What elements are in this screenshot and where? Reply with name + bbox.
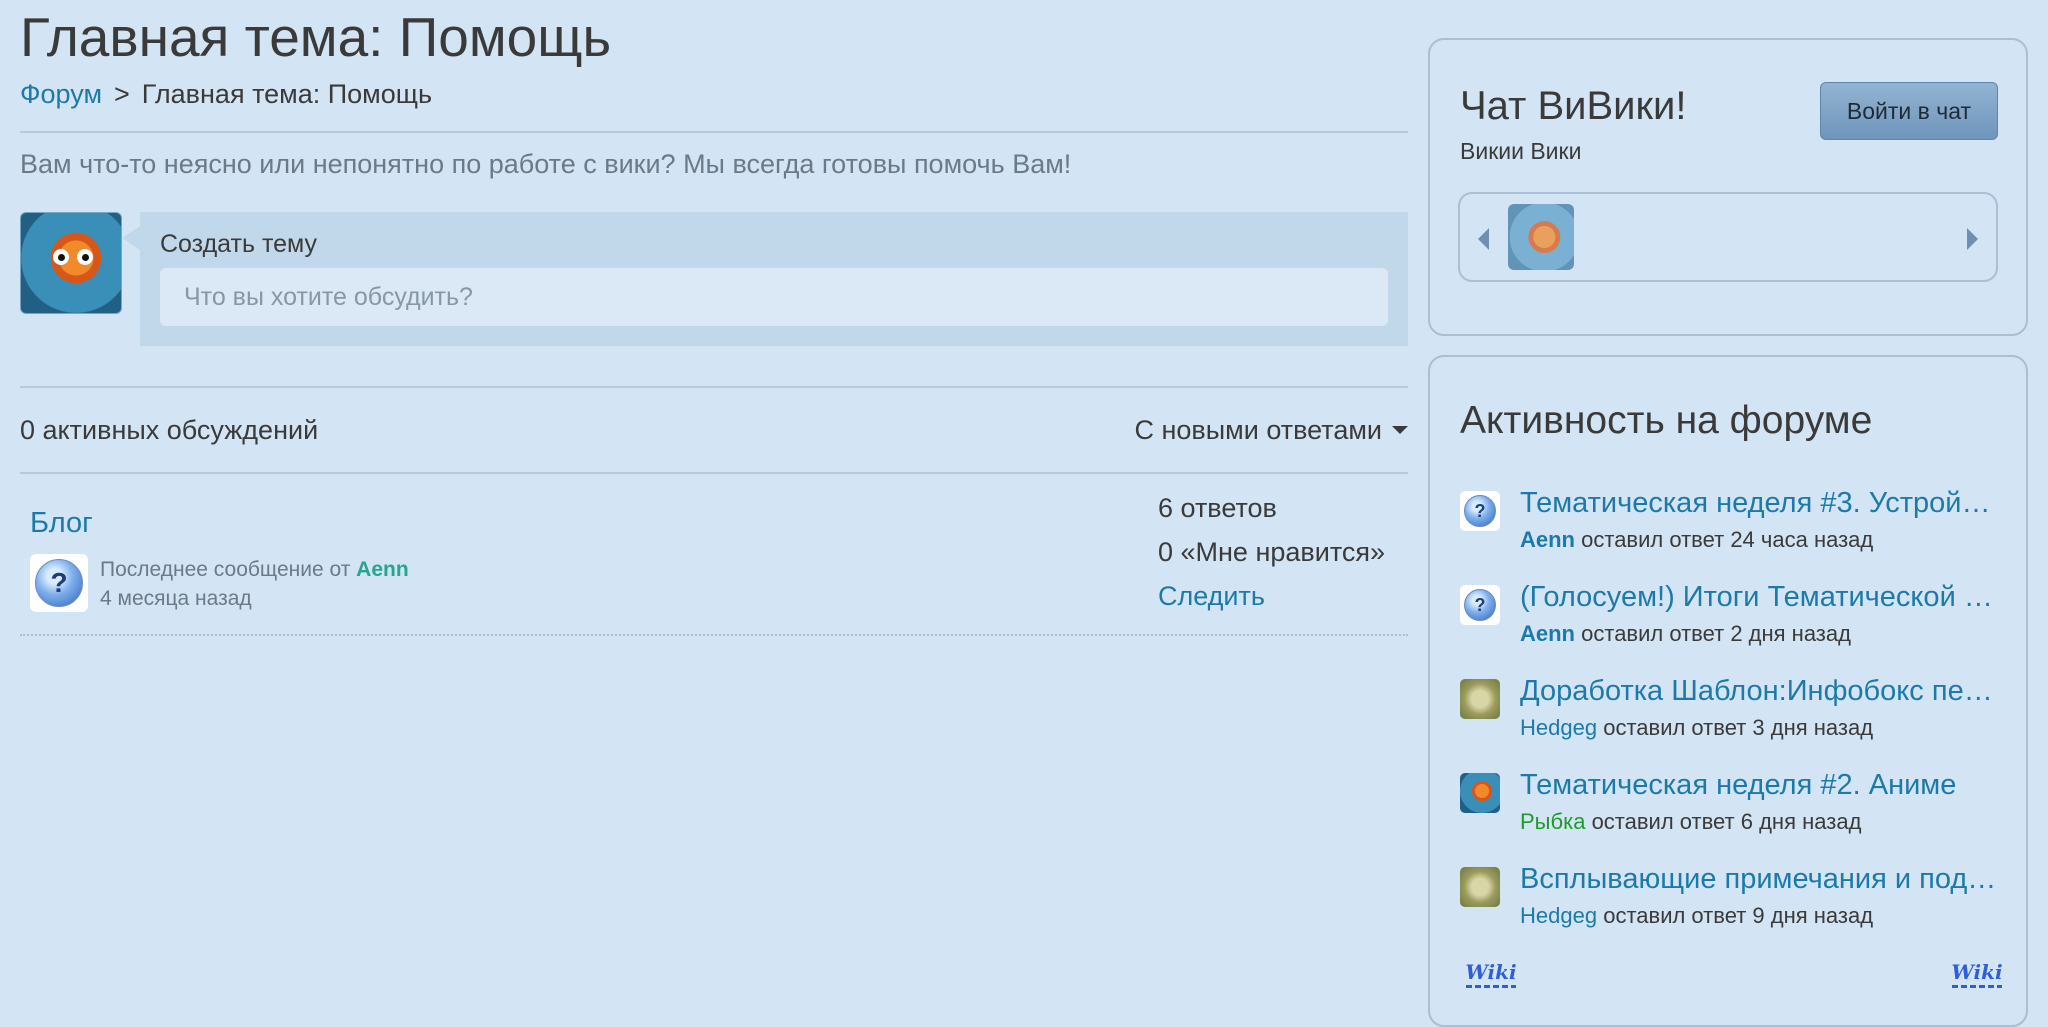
wiki-badge-icon: Wiki [1460,961,1522,991]
activity-item: ? (Голосуем!) Итоги Тематической недели … [1460,581,2000,675]
active-discussions-count: 0 активных обсуждений [20,414,319,445]
forum-activity-module: Активность на форуме ? Тематическая неде… [1428,355,2028,1027]
thread-title-link[interactable]: Блог [30,507,93,540]
chat-user-avatar[interactable] [1508,204,1574,270]
activity-item-user[interactable]: Aenn [1520,621,1575,646]
activity-item-meta: Aenn оставил ответ 2 дня назад [1520,621,1851,647]
activity-item-action: оставил ответ 3 дня назад [1603,715,1874,740]
breadcrumb-forum-link[interactable]: Форум [20,77,102,111]
activity-item-title[interactable]: (Голосуем!) Итоги Тематической недели [1520,581,2000,614]
hedgeg-avatar[interactable] [1460,867,1500,907]
activity-item: Тематическая неделя #2. Аниме Рыбка оста… [1460,769,2000,863]
breadcrumb-separator: > [114,79,130,109]
activity-item-user[interactable]: Рыбка [1520,809,1585,834]
main-column: Главная тема: Помощь Форум > Главная тем… [20,0,1408,636]
question-mark-icon: ? [35,559,83,607]
current-user-avatar [20,212,122,314]
last-post-author-link[interactable]: Aenn [356,558,409,581]
avatar-eye-left [53,249,69,265]
avatar-eye-right [77,249,93,265]
activity-title: Активность на форуме [1460,399,1873,442]
chat-title: Чат ВиВики! [1460,84,1687,128]
chat-wiki-name: Викии Вики [1460,138,1582,164]
fish-avatar[interactable] [1460,773,1500,813]
create-topic-block: Создать тему [20,212,1408,346]
activity-item: ? Тематическая неделя #3. Устройство вик… [1460,487,2000,581]
carousel-prev-icon[interactable] [1478,228,1489,250]
page-title: Главная тема: Помощь [20,6,612,68]
activity-item-title[interactable]: Доработка Шаблон:Инфобокс персонажа [1520,675,2000,708]
activity-item-meta: Hedgeg оставил ответ 3 дня назад [1520,715,1873,741]
activity-item-meta: Рыбка оставил ответ 6 дня назад [1520,809,1861,835]
sort-dropdown[interactable]: С новыми ответами [1134,414,1408,446]
hedgeg-avatar[interactable] [1460,679,1500,719]
question-mark-icon: ? [1464,495,1496,527]
carousel-next-icon[interactable] [1967,228,1978,250]
question-avatar-icon[interactable]: ? [30,554,88,612]
reply-count: 6 ответов [1158,493,1277,523]
activity-item-title[interactable]: Всплывающие примечания и подсказки [1520,863,2000,896]
question-avatar-icon[interactable]: ? [1460,491,1500,531]
last-post-time: 4 месяца назад [100,587,252,610]
question-mark-icon: ? [1464,589,1496,621]
chat-users-carousel [1458,192,1998,282]
breadcrumb: Форум > Главная тема: Помощь [20,77,1408,111]
chevron-down-icon [1392,426,1408,434]
activity-item-action: оставил ответ 2 дня назад [1581,621,1851,646]
activity-item: Всплывающие примечания и подсказки Hedge… [1460,863,2000,957]
activity-list: ? Тематическая неделя #3. Устройство вик… [1460,487,2000,957]
activity-item-action: оставил ответ 6 дня назад [1591,809,1862,834]
activity-item-meta: Hedgeg оставил ответ 9 дня назад [1520,903,1873,929]
question-avatar-icon[interactable]: ? [1460,585,1500,625]
thread-row: Блог ? Последнее сообщение от Aenn 4 мес… [20,474,1408,636]
activity-item: Доработка Шаблон:Инфобокс персонажа Hedg… [1460,675,2000,769]
join-chat-button[interactable]: Войти в чат [1820,82,1998,140]
create-topic-label: Создать тему [160,230,317,258]
wiki-badge-icon: Wiki [1946,961,2008,991]
last-post-prefix: Последнее сообщение от [100,558,351,581]
activity-item-action: оставил ответ 24 часа назад [1581,527,1874,552]
divider [20,131,1408,133]
activity-item-action: оставил ответ 9 дня назад [1603,903,1874,928]
activity-item-user[interactable]: Hedgeg [1520,903,1597,928]
sort-dropdown-label: С новыми ответами [1134,414,1383,445]
last-post-info: Последнее сообщение от Aenn [100,558,409,582]
thread-list-header: 0 активных обсуждений С новыми ответами [20,388,1408,472]
create-topic-panel: Создать тему [122,212,1408,346]
chat-module: Чат ВиВики! Викии Вики Войти в чат [1428,38,2028,336]
breadcrumb-current: Главная тема: Помощь [141,79,433,109]
thread-stats: 6 ответов 0 «Мне нравится» Следить [1158,486,1385,618]
activity-item-meta: Aenn оставил ответ 24 часа назад [1520,527,1873,553]
activity-item-title[interactable]: Тематическая неделя #2. Аниме [1520,769,2000,802]
activity-item-user[interactable]: Hedgeg [1520,715,1597,740]
create-topic-input[interactable] [160,268,1388,326]
board-description: Вам что-то неясно или непонятно по работ… [20,149,1072,179]
like-count: 0 «Мне нравится» [1158,537,1386,567]
follow-link[interactable]: Следить [1158,574,1385,618]
activity-item-title[interactable]: Тематическая неделя #3. Устройство вики [1520,487,2000,520]
activity-item-user[interactable]: Aenn [1520,527,1575,552]
